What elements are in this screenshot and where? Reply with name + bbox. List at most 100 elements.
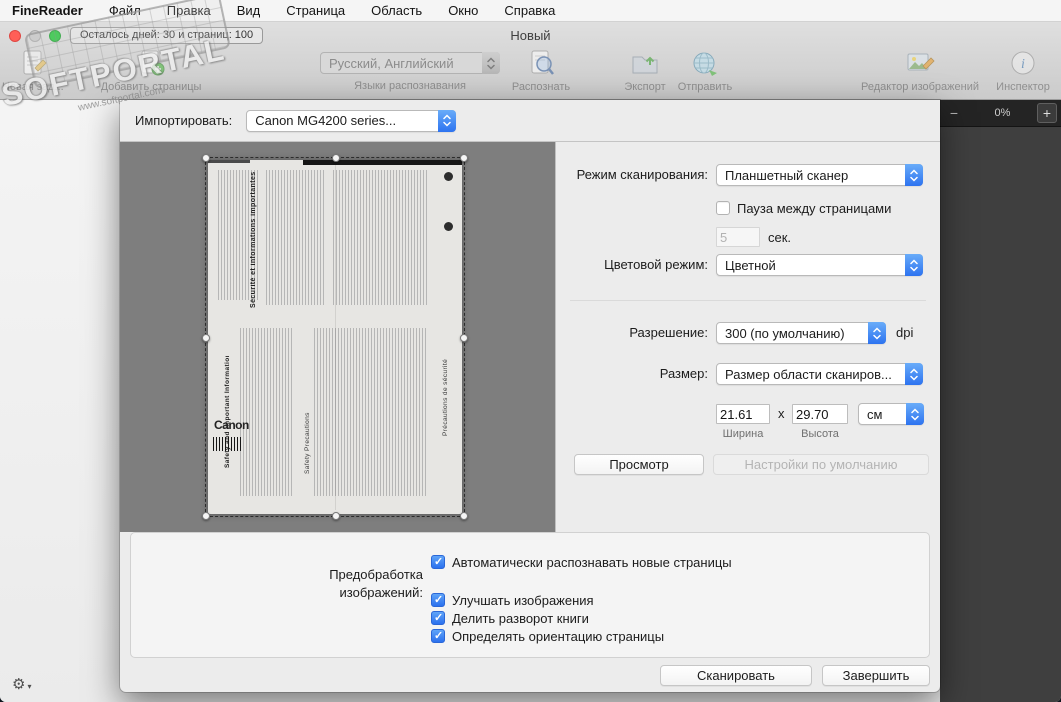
- zoom-level: 0%: [994, 107, 1011, 119]
- scan-text-block: [333, 170, 429, 305]
- menu-file[interactable]: Файл: [109, 3, 141, 18]
- scan-brand-logo: Canon: [214, 418, 249, 432]
- width-caption: Ширина: [722, 428, 764, 440]
- pause-checkbox[interactable]: Пауза между страницами: [716, 199, 891, 217]
- info-icon: [444, 172, 453, 181]
- checkbox-detect-orientation[interactable]: Определять ориентацию страницы: [431, 627, 664, 645]
- popup-arrows-icon: [482, 52, 500, 74]
- toolbar-inspector-button[interactable]: i Инспектор: [993, 46, 1053, 93]
- scan-mode-select[interactable]: Планшетный сканер: [716, 164, 923, 186]
- toolbar-image-editor-label: Редактор изображений: [861, 81, 979, 93]
- scan-text-block: [314, 328, 426, 496]
- dialog-footer: Сканировать Завершить: [120, 658, 940, 692]
- finish-button[interactable]: Завершить: [822, 664, 930, 686]
- pause-seconds-input[interactable]: [716, 227, 760, 247]
- toolbar-send-label: Отправить: [677, 81, 733, 93]
- scan-settings-pane: Режим сканирования: Планшетный сканер Па…: [555, 142, 940, 532]
- default-settings-button[interactable]: Настройки по умолчанию: [713, 454, 929, 475]
- color-mode-label: Цветовой режим:: [604, 257, 708, 272]
- color-mode-select[interactable]: Цветной: [716, 254, 923, 276]
- checkbox-box: [431, 611, 445, 625]
- menu-window[interactable]: Окно: [448, 3, 478, 18]
- zoom-in-button[interactable]: +: [1037, 103, 1057, 123]
- scan-preview-pane: Sécurité et informations importantes Saf…: [120, 142, 555, 532]
- chevron-down-icon: ▾: [27, 682, 32, 691]
- popup-arrows-icon: [905, 254, 923, 276]
- toolbar-new-task-label: Новая зад...: [2, 81, 64, 93]
- dimension-separator: x: [778, 406, 785, 421]
- width-input[interactable]: [716, 404, 770, 424]
- new-task-icon: [19, 46, 49, 78]
- popup-arrows-icon: [438, 109, 457, 132]
- zoom-bar: − 0% +: [940, 100, 1061, 127]
- checkbox-label: Делить разворот книги: [452, 610, 589, 626]
- import-label: Импортировать:: [135, 113, 233, 128]
- image-side-pane: [940, 127, 1061, 702]
- height-caption: Высота: [801, 428, 839, 440]
- checkbox-enhance-images[interactable]: Улучшать изображения: [431, 591, 594, 609]
- size-select[interactable]: Размер области сканиров...: [716, 363, 923, 385]
- checkbox-box: [431, 555, 445, 569]
- add-pages-icon: [136, 46, 166, 78]
- checkbox-split-spread[interactable]: Делить разворот книги: [431, 609, 589, 627]
- info-icon: [444, 222, 453, 231]
- scan-artifact: [208, 160, 250, 163]
- unit-value: см: [867, 406, 883, 422]
- toolbar-send-button[interactable]: Отправить: [675, 46, 735, 93]
- checkbox-auto-recognize[interactable]: Автоматически распознавать новые страниц…: [431, 553, 732, 571]
- scan-heading-fr: Sécurité et informations importantes: [250, 171, 257, 308]
- scanner-select-value: Canon MG4200 series...: [255, 113, 397, 128]
- checkbox-label: Определять ориентацию страницы: [452, 628, 665, 644]
- language-select-value: Русский, Английский: [329, 55, 454, 71]
- toolbar-inspector-label: Инспектор: [996, 81, 1050, 93]
- scanned-page: Sécurité et informations importantes Saf…: [208, 160, 462, 514]
- toolbar-image-editor-button[interactable]: Редактор изображений: [853, 46, 987, 93]
- toolbar-add-pages-button[interactable]: Добавить страницы: [86, 46, 216, 93]
- toolbar-add-pages-label: Добавить страницы: [100, 81, 202, 93]
- menu-edit[interactable]: Правка: [167, 3, 211, 18]
- toolbar-new-task-button[interactable]: Новая зад...: [2, 46, 66, 93]
- height-input[interactable]: [792, 404, 848, 424]
- export-icon: [630, 46, 660, 78]
- scan-heading-en: Safety and Important Information: [224, 356, 231, 468]
- resolution-label: Разрешение:: [629, 325, 708, 340]
- preprocessing-section: Предобработка изображений: Автоматически…: [130, 532, 930, 658]
- gear-icon: ⚙: [12, 676, 26, 693]
- preview-button[interactable]: Просмотр: [574, 454, 704, 475]
- scan-safety-fr: Précautions de sécurité: [442, 358, 449, 436]
- menu-bar: FineReader Файл Правка Вид Страница Обла…: [0, 0, 1061, 22]
- app-menu[interactable]: FineReader: [12, 3, 83, 18]
- menu-page[interactable]: Страница: [286, 3, 345, 18]
- size-value: Размер области сканиров...: [725, 366, 892, 382]
- scan-button[interactable]: Сканировать: [660, 664, 812, 686]
- toolbar-recognize-button[interactable]: Распознать: [505, 46, 577, 93]
- popup-arrows-icon: [868, 322, 886, 344]
- size-label: Размер:: [659, 366, 708, 381]
- barcode: [213, 437, 243, 451]
- scanner-select[interactable]: Canon MG4200 series...: [246, 109, 457, 132]
- menu-area[interactable]: Область: [371, 3, 422, 18]
- zoom-out-button[interactable]: −: [940, 105, 968, 121]
- toolbar-export-button[interactable]: Экспорт: [617, 46, 673, 93]
- scan-mode-label: Режим сканирования:: [576, 167, 708, 182]
- window-title: Новый: [510, 28, 551, 43]
- popup-arrows-icon: [905, 363, 923, 385]
- options-gear-button[interactable]: ⚙ ▾: [12, 675, 31, 693]
- checkbox-box: [431, 629, 445, 643]
- resolution-select[interactable]: 300 (по умолчанию): [716, 322, 886, 344]
- menu-view[interactable]: Вид: [237, 3, 261, 18]
- unit-select[interactable]: см: [858, 403, 924, 425]
- popup-arrows-icon: [905, 164, 923, 186]
- scan-safety-en: Safety Precautions: [304, 412, 311, 474]
- checkbox-box: [716, 201, 730, 215]
- language-select[interactable]: Русский, Английский: [320, 52, 500, 74]
- checkbox-label: Автоматически распознавать новые страниц…: [452, 554, 732, 570]
- toolbar-language-label: Языки распознавания: [354, 80, 466, 92]
- resolution-value: 300 (по умолчанию): [725, 325, 845, 341]
- menu-help[interactable]: Справка: [504, 3, 555, 18]
- image-editor-icon: [905, 46, 935, 78]
- pause-checkbox-label: Пауза между страницами: [737, 200, 892, 216]
- color-mode-value: Цветной: [725, 257, 776, 273]
- scan-text-block: [266, 170, 324, 305]
- scan-text-block: [240, 328, 292, 496]
